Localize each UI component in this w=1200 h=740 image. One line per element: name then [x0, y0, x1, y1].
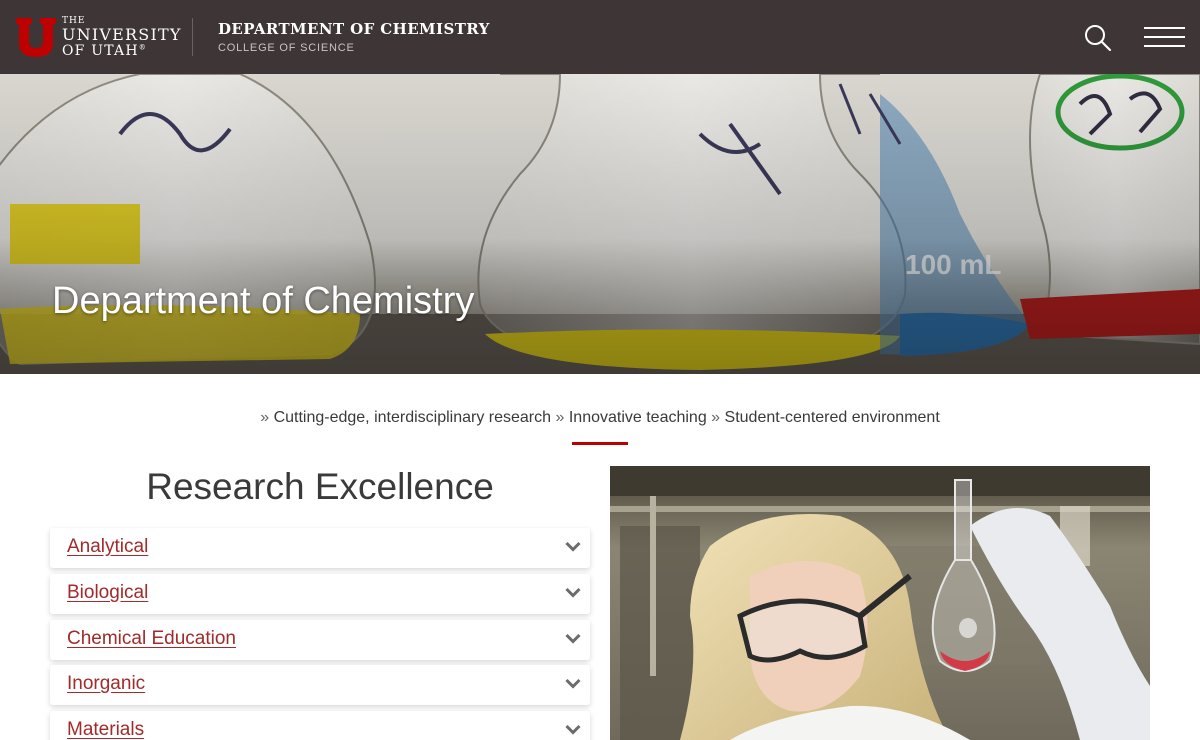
accordion-item-chemical-education[interactable]: Chemical Education [50, 620, 590, 660]
tagline-item-research: Cutting-edge, interdisciplinary research [273, 409, 552, 426]
header-divider [192, 18, 193, 56]
college-subtitle[interactable]: COLLEGE OF SCIENCE [218, 42, 355, 54]
researcher-photo [610, 466, 1150, 740]
tagline-item-environment: Student-centered environment [724, 409, 940, 426]
university-of-utah-u-logo[interactable] [14, 16, 58, 58]
researcher-with-flask-image [610, 466, 1150, 740]
tagline-separator: » [555, 409, 565, 426]
chevron-down-icon[interactable] [565, 724, 581, 736]
hero-title: Department of Chemistry [52, 280, 475, 322]
accordion-link-biological[interactable]: Biological [67, 582, 148, 604]
accordion-link-analytical[interactable]: Analytical [67, 536, 148, 558]
search-button[interactable] [1082, 22, 1114, 54]
chevron-down-icon[interactable] [565, 678, 581, 690]
menu-button[interactable] [1144, 24, 1186, 50]
hamburger-menu-icon [1144, 27, 1185, 29]
hamburger-menu-icon-line [1144, 45, 1185, 47]
research-excellence-heading: Research Excellence [146, 466, 494, 507]
accordion-item-inorganic[interactable]: Inorganic [50, 665, 590, 705]
tagline-separator: » [711, 409, 721, 426]
tagline: » Cutting-edge, interdisciplinary resear… [0, 409, 1200, 427]
chevron-down-icon[interactable] [565, 633, 581, 645]
accordion-item-materials[interactable]: Materials [50, 711, 590, 740]
accordion-link-materials[interactable]: Materials [67, 719, 144, 740]
department-title[interactable]: DEPARTMENT OF CHEMISTRY [218, 20, 490, 38]
university-wordmark[interactable]: THE UNIVERSITY OF UTAH® [62, 17, 182, 59]
chevron-down-icon[interactable] [565, 541, 581, 553]
search-icon [1085, 25, 1112, 52]
tagline-separator: » [260, 409, 270, 426]
wordmark-of-utah: OF UTAH® [62, 43, 147, 59]
hamburger-menu-icon-line [1144, 36, 1185, 38]
accordion-link-chemical-education[interactable]: Chemical Education [67, 628, 236, 650]
tagline-item-teaching: Innovative teaching [568, 409, 707, 426]
accordion-link-inorganic[interactable]: Inorganic [67, 673, 145, 695]
site-header: THE UNIVERSITY OF UTAH® DEPARTMENT OF CH… [0, 0, 1200, 74]
accordion-item-biological[interactable]: Biological [50, 574, 590, 614]
tagline-accent-rule [572, 442, 628, 445]
chevron-down-icon[interactable] [565, 587, 581, 599]
wordmark-university: UNIVERSITY [62, 25, 182, 44]
accordion-item-analytical[interactable]: Analytical [50, 528, 590, 568]
hero-banner: 100 mL Department of Chemistry [0, 74, 1200, 374]
hero-flasks-image: 100 mL [0, 74, 1200, 374]
